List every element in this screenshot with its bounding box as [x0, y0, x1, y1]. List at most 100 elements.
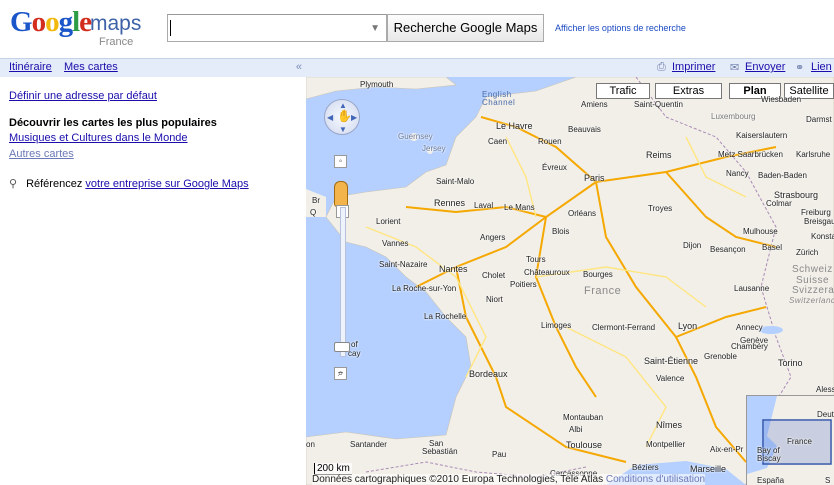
hand-icon: ✋	[337, 109, 352, 123]
chain-link-icon: ⚭	[795, 62, 805, 74]
overview-espana: España	[757, 476, 785, 485]
pegman-icon[interactable]	[334, 181, 348, 207]
left-tabs-bar: Itinéraire Mes cartes «	[0, 58, 306, 77]
text-caret	[170, 20, 171, 36]
send-link[interactable]: Envoyer	[745, 61, 785, 73]
logo-country: France	[99, 36, 134, 48]
label-caen: Caen	[488, 137, 508, 146]
left-panel: Définir une adresse par défaut Découvrir…	[0, 77, 306, 485]
google-maps-logo[interactable]: Google maps France	[10, 8, 141, 49]
label-nimes: Nîmes	[656, 420, 683, 430]
logo-maps: maps	[90, 12, 142, 35]
label-mulhouse: Mulhouse	[743, 227, 778, 236]
label-jersey: Jersey	[422, 144, 446, 153]
overview-s: S	[825, 476, 831, 485]
label-chambery: Chambéry	[731, 342, 768, 351]
label-bourges: Bourges	[583, 270, 613, 279]
label-of: of	[351, 340, 358, 349]
terms-link[interactable]: Conditions d'utilisation	[606, 474, 705, 485]
search-options-link[interactable]: Afficher les options de recherche	[555, 23, 686, 33]
label-france: France	[584, 285, 622, 297]
label-quimper: Q	[310, 208, 317, 217]
label-angers: Angers	[480, 233, 506, 242]
label-poitiers: Poitiers	[510, 280, 537, 289]
tab-itineraire[interactable]: Itinéraire	[9, 61, 52, 73]
label-le-mans: Le Mans	[504, 203, 535, 212]
reset-view-button[interactable]: ◦	[334, 155, 347, 168]
label-schweiz: Schweiz	[792, 264, 833, 275]
label-darmst: Darmst	[806, 115, 832, 124]
print-link[interactable]: Imprimer	[672, 61, 715, 73]
label-pau: Pau	[492, 450, 507, 459]
label-niort: Niort	[486, 295, 503, 304]
default-address-link[interactable]: Définir une adresse par défaut	[9, 90, 157, 102]
business-link[interactable]: votre entreprise sur Google Maps	[85, 178, 248, 190]
label-amiens: Amiens	[581, 100, 608, 109]
map-type-trafic[interactable]: Trafic	[596, 83, 650, 99]
label-montpellier: Montpellier	[646, 440, 686, 449]
label-guernsey: Guernsey	[398, 132, 433, 141]
label-cay: cay	[348, 349, 361, 358]
label-aix-en-pr: Aix-en-Pr	[710, 445, 744, 454]
overview-deutsc: Deutsc	[817, 410, 834, 419]
pan-down-icon[interactable]: ▼	[339, 125, 347, 134]
overview-biscay: Biscay	[757, 454, 781, 463]
label-reims: Reims	[646, 150, 672, 160]
pan-control[interactable]: ▲ ▼ ◀ ▶ ✋	[324, 99, 360, 135]
overview-france: France	[787, 437, 812, 446]
label-tours: Tours	[526, 255, 546, 264]
search-button[interactable]: Recherche Google Maps	[387, 14, 544, 42]
label-beziers: Béziers	[632, 463, 659, 472]
label-saint-etienne: Saint-Étienne	[644, 356, 699, 366]
popular-map-link[interactable]: Musiques et Cultures dans le Monde	[9, 132, 188, 144]
label-saint-malo: Saint-Malo	[436, 177, 475, 186]
label-marseille: Marseille	[690, 464, 727, 474]
label-switzerland: Switzerland	[789, 296, 834, 305]
label-besancon: Besançon	[710, 245, 746, 254]
label-evreux: Évreux	[542, 163, 567, 172]
label-cholet: Cholet	[482, 271, 506, 280]
tab-mes-cartes[interactable]: Mes cartes	[64, 61, 118, 73]
label-on: on	[306, 440, 315, 449]
map-type-extras[interactable]: Extras	[655, 83, 722, 99]
label-konstan: Konstan	[811, 232, 834, 241]
label-troyes: Troyes	[648, 204, 673, 213]
label-saint-quentin: Saint-Quentin	[634, 100, 683, 109]
map-toolbar: ⎙ Imprimer ✉ Envoyer ⚭ Lien	[306, 58, 834, 77]
label-dijon: Dijon	[683, 241, 702, 250]
label-lyon: Lyon	[678, 321, 698, 331]
label-karlsruhe: Karlsruhe	[796, 150, 831, 159]
map-attribution: Données cartographiques ©2010 Europa Tec…	[312, 474, 706, 485]
overview-map[interactable]: Deutsc France Bay of Biscay España S	[746, 395, 834, 485]
attribution-text: Données cartographiques ©2010 Europa Tec…	[312, 474, 604, 485]
magnifier-icon: ⌕	[337, 368, 344, 379]
label-rennes: Rennes	[434, 198, 466, 208]
label-bordeaux: Bordeaux	[469, 369, 508, 379]
more-maps-link[interactable]: Autres cartes	[9, 148, 74, 160]
label-albi: Albi	[569, 425, 583, 434]
zoom-slider-track[interactable]	[340, 207, 346, 357]
label-baden-baden: Baden-Baden	[758, 171, 807, 180]
label-orleans: Orléans	[568, 209, 597, 218]
header: Google maps France ▼ Recherche Google Ma…	[0, 0, 834, 58]
label-lorient: Lorient	[376, 217, 401, 226]
link-link[interactable]: Lien	[811, 61, 832, 73]
label-colmar: Colmar	[766, 199, 792, 208]
label-la-rochelle: La Rochelle	[424, 312, 467, 321]
chevron-down-icon[interactable]: ▼	[370, 23, 380, 34]
label-basel: Basel	[762, 243, 783, 252]
label-wiesbaden: Wiesbaden	[761, 95, 802, 104]
label-kaiserslautern: Kaiserslautern	[736, 131, 788, 140]
label-limoges: Limoges	[541, 321, 572, 330]
label-plymouth: Plymouth	[360, 80, 394, 89]
map-pin-icon: ⚲	[9, 178, 18, 190]
label-vannes: Vannes	[382, 239, 409, 248]
search-input[interactable]: ▼	[167, 14, 387, 42]
label-saint-nazaire: Saint-Nazaire	[379, 260, 428, 269]
label-alessan: Alessan	[816, 385, 834, 394]
map-canvas[interactable]: Trafic Extras Plan Satellite ▲ ▼ ◀ ▶ ✋ ◦…	[306, 77, 834, 485]
collapse-panel-button[interactable]: «	[296, 61, 302, 73]
pan-left-icon[interactable]: ◀	[327, 113, 333, 122]
printer-icon: ⎙	[657, 61, 666, 73]
label-luxembourg: Luxembourg	[711, 112, 756, 121]
